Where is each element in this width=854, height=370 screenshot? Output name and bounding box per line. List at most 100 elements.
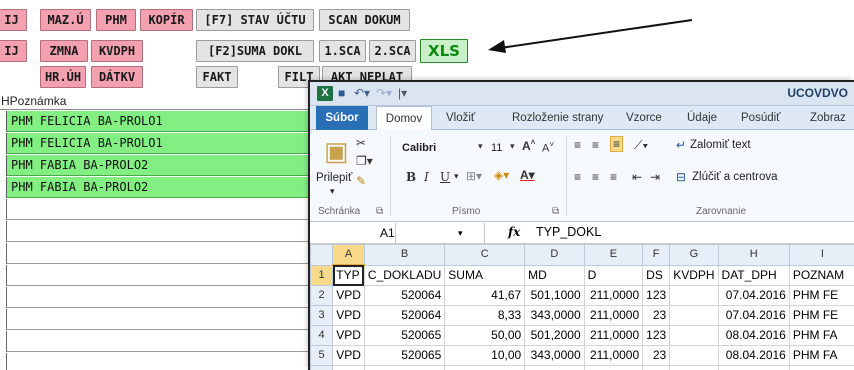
btn-scan-2[interactable]: 2.SCA	[369, 40, 416, 62]
grid-row-empty[interactable]	[6, 243, 326, 264]
grid-row[interactable]: PHM FABIA BA-PROLO2	[6, 177, 326, 198]
cell[interactable]: 23	[642, 305, 671, 326]
btn-xls-export[interactable]: XLS	[420, 39, 468, 63]
wrap-text-button[interactable]: Zalomiť text	[690, 139, 751, 151]
fill-color-icon[interactable]: ◈▾	[494, 168, 509, 182]
merge-center-icon[interactable]: ⊟	[676, 170, 686, 184]
cell[interactable]: 343,0000	[524, 305, 585, 326]
cell[interactable]	[669, 305, 719, 326]
row-header[interactable]: 2	[310, 285, 334, 306]
cell[interactable]	[524, 365, 585, 370]
font-name-dropdown-icon[interactable]: ▾	[478, 141, 483, 152]
btn-kvdph[interactable]: KVDPH	[91, 40, 143, 62]
decrease-indent-icon[interactable]: ⇤	[632, 170, 642, 184]
cell[interactable]	[642, 365, 671, 370]
cell[interactable]: PHM FE	[788, 305, 854, 326]
cell[interactable]: VPD	[332, 325, 365, 346]
btn-document-sum[interactable]: [F2]SUMA DOKL	[196, 40, 314, 62]
save-icon[interactable]: ■	[338, 85, 345, 102]
align-top-icon[interactable]: ≡	[574, 138, 581, 152]
cell[interactable]: 07.04.2016	[717, 305, 790, 326]
cell[interactable]: 07.04.2016	[717, 285, 790, 306]
cell[interactable]: DS	[642, 264, 671, 286]
cell[interactable]: KVDPH	[669, 264, 719, 286]
underline-icon[interactable]: U	[440, 170, 450, 184]
btn-scan-1[interactable]: 1.SCA	[319, 40, 366, 62]
grid-row-empty[interactable]	[6, 353, 326, 370]
btn-invoice[interactable]: FAKT	[196, 66, 238, 88]
row-header[interactable]: 4	[310, 325, 334, 346]
column-header[interactable]: D	[524, 244, 585, 266]
cell[interactable]: PHM FA	[788, 325, 854, 346]
grid-row-empty[interactable]	[6, 331, 326, 352]
cell[interactable]: VPD	[332, 345, 365, 366]
cell[interactable]	[583, 365, 644, 370]
select-all-corner[interactable]	[310, 244, 334, 266]
cut-icon[interactable]: ✂	[356, 136, 366, 150]
cell[interactable]	[332, 365, 365, 370]
column-header[interactable]: I	[788, 244, 854, 266]
row-header[interactable]: 1	[310, 264, 334, 286]
underline-dropdown-icon[interactable]: ▾	[454, 171, 459, 182]
formula-input[interactable]: TYP_DOKL	[536, 225, 601, 239]
grid-row[interactable]: PHM FELICIA BA-PROLO1	[6, 111, 326, 132]
grid-row-empty[interactable]	[6, 309, 326, 330]
bold-icon[interactable]: B	[406, 170, 416, 184]
orientation-icon[interactable]: ⟋▾	[634, 138, 648, 153]
cell[interactable]: VPD	[332, 285, 365, 306]
grid-row[interactable]: PHM FELICIA BA-PROLO1	[6, 133, 326, 154]
column-header[interactable]: C	[444, 244, 526, 266]
cell[interactable]: 123	[642, 325, 671, 346]
btn-change[interactable]: ZMNA	[40, 40, 88, 62]
column-header[interactable]: E	[583, 244, 644, 266]
column-header[interactable]: F	[642, 244, 671, 266]
cell[interactable]: 211,0000	[583, 305, 644, 326]
btn-batch[interactable]: DÁTKV	[91, 66, 143, 88]
grid-row[interactable]: PHM FABIA BA-PROLO2	[6, 155, 326, 176]
increase-indent-icon[interactable]: ⇥	[650, 170, 660, 184]
customize-quick-access-icon[interactable]: |▾	[398, 85, 407, 102]
tab-page-layout[interactable]: Rozloženie strany	[512, 106, 603, 130]
name-box-area[interactable]	[310, 223, 485, 244]
cell[interactable]: 520064	[363, 305, 446, 326]
cell[interactable]: 211,0000	[583, 325, 644, 346]
cell[interactable]: 211,0000	[583, 285, 644, 306]
grow-font-icon[interactable]: A˄	[522, 138, 535, 153]
cell[interactable]: 23	[642, 345, 671, 366]
column-header[interactable]: G	[669, 244, 719, 266]
grid-row-empty[interactable]	[6, 199, 326, 220]
merge-center-button[interactable]: Zlúčiť a centrova	[692, 171, 778, 183]
btn-delete[interactable]: MAZ.Ú	[40, 9, 91, 31]
shrink-font-icon[interactable]: A˅	[542, 140, 554, 155]
cell[interactable]: 343,0000	[524, 345, 585, 366]
cell[interactable]	[669, 365, 719, 370]
cell[interactable]	[669, 325, 719, 346]
cell[interactable]: PHM FA	[788, 345, 854, 366]
borders-icon[interactable]: ⊞▾	[466, 169, 482, 183]
cell[interactable]: 10,00	[444, 345, 526, 366]
font-size-dropdown-icon[interactable]: ▾	[510, 141, 515, 152]
tab-data[interactable]: Údaje	[687, 106, 717, 130]
cell[interactable]: VPD	[332, 305, 365, 326]
column-header[interactable]: B	[363, 244, 446, 266]
cell[interactable]: 08.04.2016	[717, 325, 790, 346]
grid-row-empty[interactable]	[6, 221, 326, 242]
italic-icon[interactable]: I	[424, 170, 429, 184]
tab-formulas[interactable]: Vzorce	[626, 106, 662, 130]
cell[interactable]: POZNAM	[788, 264, 854, 286]
cell[interactable]: 123	[642, 285, 671, 306]
align-center-icon[interactable]: ≡	[592, 170, 599, 184]
btn-ij-2[interactable]: IJ	[0, 40, 27, 62]
cell[interactable]	[669, 345, 719, 366]
btn-scan-document[interactable]: SCAN DOKUM	[319, 9, 410, 31]
cell[interactable]	[788, 365, 854, 370]
clipboard-launcher-icon[interactable]: ⧉	[376, 206, 383, 217]
cell[interactable]: 41,67	[444, 285, 526, 306]
align-right-icon[interactable]: ≡	[610, 170, 617, 184]
cell-a1[interactable]: TYP	[332, 264, 365, 286]
font-color-icon[interactable]: A▾	[520, 168, 535, 182]
align-middle-icon[interactable]: ≡	[592, 138, 599, 152]
cell[interactable]: 501,1000	[524, 285, 585, 306]
tab-review[interactable]: Posúdiť	[741, 106, 780, 130]
grid-row-empty[interactable]	[6, 265, 326, 286]
